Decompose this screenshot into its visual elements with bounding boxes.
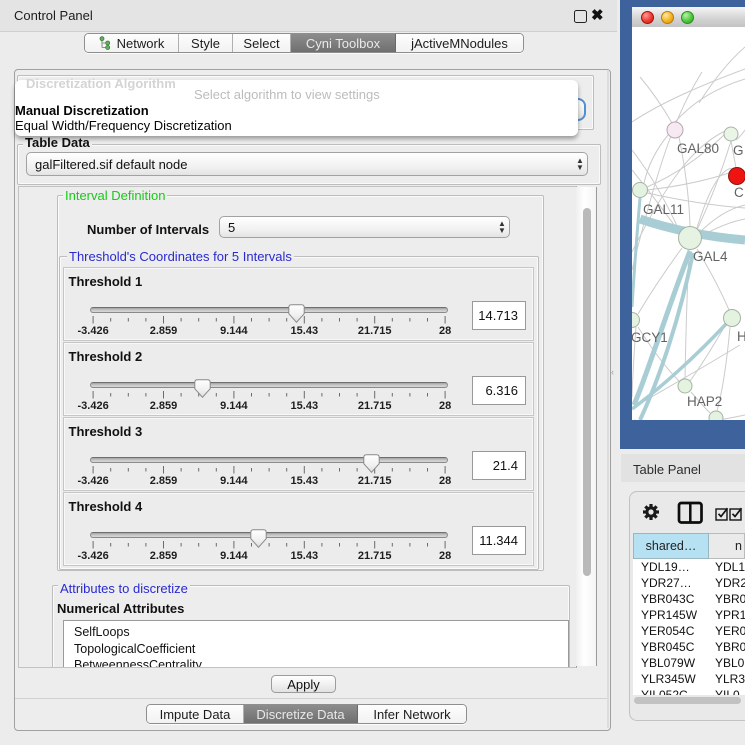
svg-text:GCY1: GCY1 bbox=[632, 330, 668, 345]
svg-text:C: C bbox=[734, 185, 744, 200]
svg-text:H: H bbox=[737, 329, 745, 344]
svg-text:GAL80: GAL80 bbox=[677, 141, 719, 156]
svg-text:GAL4: GAL4 bbox=[693, 249, 728, 264]
svg-text:G: G bbox=[733, 143, 744, 158]
svg-text:HAP2: HAP2 bbox=[687, 394, 722, 409]
svg-text:GAL11: GAL11 bbox=[643, 202, 684, 217]
